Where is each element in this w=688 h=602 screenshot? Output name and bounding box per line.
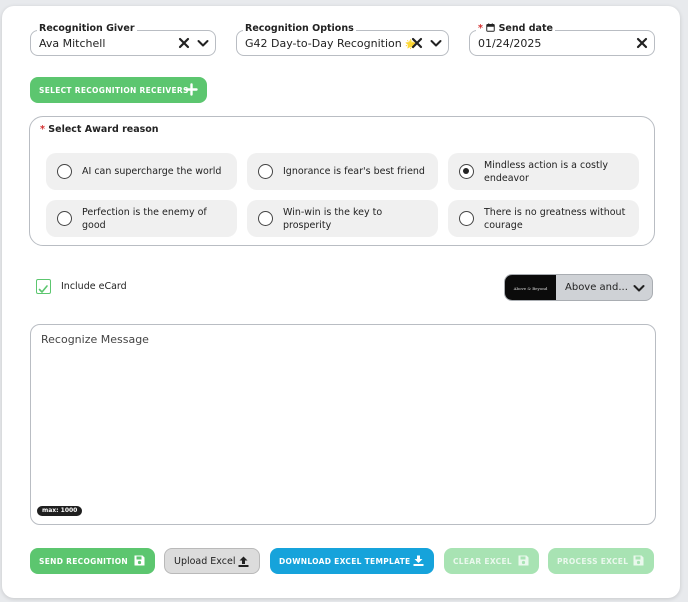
award-option-greatness[interactable]: There is no greatness without courage xyxy=(448,200,639,237)
radio-button[interactable] xyxy=(57,211,72,226)
process-excel-label: PROCESS EXCEL xyxy=(557,556,629,566)
send-date-label-text: Send date xyxy=(498,23,553,34)
send-recognition-label: SEND RECOGNITION xyxy=(39,556,128,566)
radio-button-selected[interactable] xyxy=(459,164,474,179)
award-reason-title: * Select Award reason xyxy=(40,124,159,135)
download-template-label: DOWNLOAD EXCEL TEMPLATE xyxy=(279,556,411,566)
save-icon xyxy=(633,555,644,566)
radio-button[interactable] xyxy=(57,164,72,179)
award-option-mindless[interactable]: Mindless action is a costly endeavor xyxy=(448,153,639,190)
ecard-thumbnail-text: Above & Beyond xyxy=(513,286,548,291)
award-reason-title-text: Select Award reason xyxy=(48,124,159,135)
chevron-down-icon[interactable] xyxy=(632,281,646,295)
recognition-options-text: G42 Day-to-Day Recognition xyxy=(245,37,402,50)
radio-button[interactable] xyxy=(459,211,474,226)
ecard-select[interactable]: Above & Beyond Above and... xyxy=(504,274,653,301)
send-recognition-button[interactable]: SEND RECOGNITION xyxy=(30,548,155,574)
ecard-thumbnail: Above & Beyond xyxy=(505,275,556,300)
award-option-win-win[interactable]: Win-win is the key to prosperity xyxy=(247,200,438,237)
award-reason-group: * Select Award reason AI can supercharge… xyxy=(29,116,655,246)
recognition-giver-select[interactable]: Recognition Giver Ava Mitchell xyxy=(30,22,216,56)
include-ecard-label: Include eCard xyxy=(61,281,127,292)
clear-excel-label: CLEAR EXCEL xyxy=(453,556,512,566)
select-receivers-button[interactable]: SELECT RECOGNITION RECEIVERS xyxy=(30,77,207,103)
upload-excel-label: Upload Excel xyxy=(174,555,236,567)
recognize-message-textarea[interactable]: Recognize Message max: 1000 xyxy=(30,324,656,525)
radio-button[interactable] xyxy=(258,211,273,226)
upload-excel-button[interactable]: Upload Excel xyxy=(164,548,260,574)
calendar-icon xyxy=(486,23,496,32)
required-marker: * xyxy=(40,124,45,135)
send-date-label: * Send date xyxy=(476,22,555,36)
select-receivers-label: SELECT RECOGNITION RECEIVERS xyxy=(39,85,189,95)
required-marker: * xyxy=(478,23,483,34)
max-length-badge: max: 1000 xyxy=(37,506,83,516)
x-icon[interactable] xyxy=(635,36,649,50)
recognition-giver-value: Ava Mitchell xyxy=(39,37,106,50)
recognition-options-select[interactable]: Recognition Options G42 Day-to-Day Recog… xyxy=(236,22,449,56)
include-ecard-checkbox[interactable] xyxy=(36,279,51,294)
award-option-label: Perfection is the enemy of good xyxy=(82,206,207,231)
recognition-options-value: G42 Day-to-Day Recognition 🌟 xyxy=(245,37,416,50)
check-icon xyxy=(38,285,48,293)
x-icon[interactable] xyxy=(177,36,191,50)
recognition-giver-label: Recognition Giver xyxy=(37,22,137,36)
radio-button[interactable] xyxy=(258,164,273,179)
save-icon xyxy=(518,555,529,566)
upload-icon xyxy=(238,556,249,567)
award-option-perfection[interactable]: Perfection is the enemy of good xyxy=(46,200,237,237)
clear-excel-button[interactable]: CLEAR EXCEL xyxy=(444,548,539,574)
x-icon[interactable] xyxy=(410,36,424,50)
message-placeholder: Recognize Message xyxy=(41,333,149,346)
chevron-down-icon[interactable] xyxy=(196,36,210,50)
send-date-field[interactable]: * Send date 01/24/2025 xyxy=(469,22,655,56)
award-option-label: There is no greatness without courage xyxy=(484,206,626,231)
save-icon xyxy=(134,555,145,566)
award-option-label: Win-win is the key to prosperity xyxy=(283,206,383,231)
process-excel-button[interactable]: PROCESS EXCEL xyxy=(548,548,654,574)
award-option-label: Ignorance is fear's best friend xyxy=(283,166,425,177)
download-icon xyxy=(413,555,424,566)
send-date-value: 01/24/2025 xyxy=(478,37,542,50)
recognition-options-label: Recognition Options xyxy=(243,22,356,36)
award-option-label: AI can supercharge the world xyxy=(82,166,222,177)
download-excel-template-button[interactable]: DOWNLOAD EXCEL TEMPLATE xyxy=(270,548,434,574)
plus-icon xyxy=(185,83,198,96)
award-option-ai[interactable]: AI can supercharge the world xyxy=(46,153,237,190)
award-option-label: Mindless action is a costly endeavor xyxy=(484,159,608,184)
chevron-down-icon[interactable] xyxy=(429,36,443,50)
award-option-ignorance[interactable]: Ignorance is fear's best friend xyxy=(247,153,438,190)
ecard-selected-value: Above and... xyxy=(565,282,628,293)
